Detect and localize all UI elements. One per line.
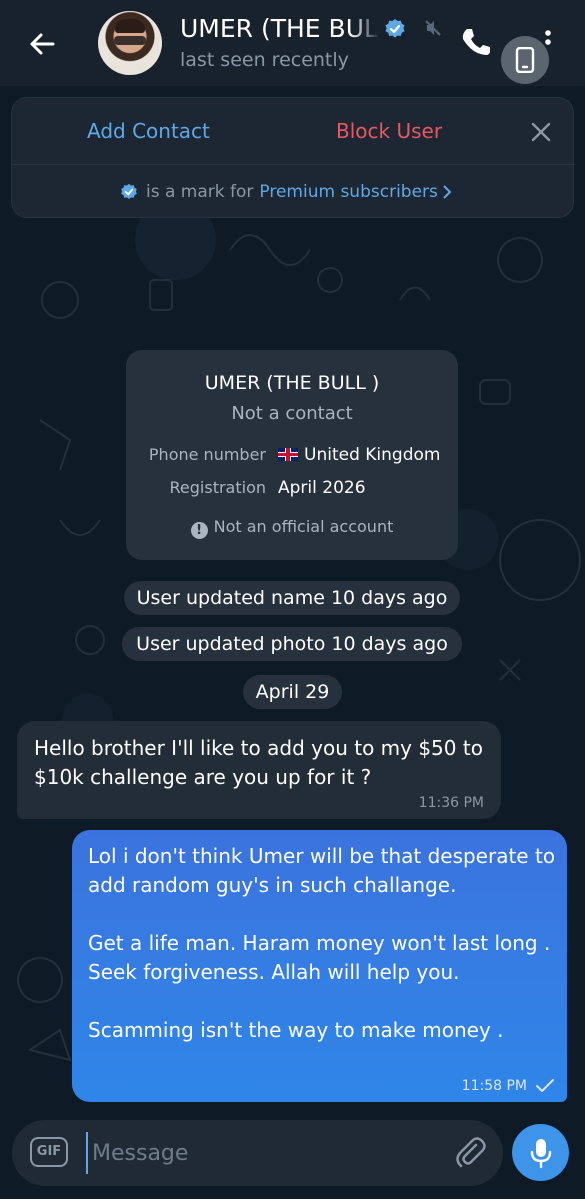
chevron-right-icon xyxy=(443,185,452,199)
info-card-status: Not a contact xyxy=(231,403,353,424)
premium-info-row[interactable]: is a mark for Premium subscribers xyxy=(120,182,452,202)
phone-value: United Kingdom xyxy=(278,445,440,465)
uk-flag-icon xyxy=(278,448,298,461)
registration-label: Registration xyxy=(169,478,266,497)
verified-badge-icon xyxy=(121,183,137,200)
more-icon[interactable] xyxy=(540,28,556,58)
verified-icon[interactable] xyxy=(384,18,406,40)
gif-button[interactable]: GIF xyxy=(30,1137,68,1167)
muted-icon xyxy=(425,20,441,36)
phone-country: United Kingdom xyxy=(304,445,441,465)
service-name-update: User updated name 10 days ago xyxy=(124,581,460,615)
contact-info-card: UMER (THE BULL ) Not a contact Phone num… xyxy=(126,350,458,560)
premium-text: is a mark for xyxy=(146,182,254,202)
outgoing-message-text: Lol i don't think Umer will be that desp… xyxy=(88,844,556,1042)
date-separator: April 29 xyxy=(243,675,342,709)
device-icon xyxy=(515,47,535,73)
registration-value: April 2026 xyxy=(278,478,366,498)
incoming-message[interactable]: Hello brother I'll like to add you to my… xyxy=(17,721,501,819)
outgoing-message[interactable]: Lol i don't think Umer will be that desp… xyxy=(72,830,567,1102)
check-icon xyxy=(536,1079,554,1092)
service-photo-update: User updated photo 10 days ago xyxy=(122,627,462,661)
unknown-contact-panel: Add Contact Block User is a mark for Pre… xyxy=(11,97,575,218)
outgoing-message-time: 11:58 PM xyxy=(461,1078,527,1094)
chat-status: last seen recently xyxy=(180,49,349,71)
info-card-name: UMER (THE BULL ) xyxy=(204,372,380,394)
block-user-button[interactable]: Block User xyxy=(336,119,442,143)
not-official-warning: ! Not an official account xyxy=(126,517,458,539)
warning-text: Not an official account xyxy=(213,517,394,536)
phone-label: Phone number xyxy=(148,445,266,464)
incoming-message-text: Hello brother I'll like to add you to my… xyxy=(34,736,483,789)
message-composer: GIF xyxy=(12,1120,503,1186)
incoming-message-time: 11:36 PM xyxy=(418,795,484,811)
chat-title-area[interactable]: UMER (THE BULL ) xyxy=(180,14,380,43)
avatar[interactable] xyxy=(98,11,162,75)
back-arrow-icon xyxy=(30,33,55,55)
add-contact-button[interactable]: Add Contact xyxy=(87,119,210,143)
avatar-hair xyxy=(115,19,145,33)
premium-link[interactable]: Premium subscribers xyxy=(259,182,437,202)
avatar-glasses xyxy=(114,36,146,45)
chat-header: UMER (THE BULL ) last seen recently xyxy=(0,0,585,86)
panel-divider xyxy=(12,164,575,165)
phone-icon[interactable] xyxy=(459,25,493,59)
close-icon[interactable] xyxy=(529,120,553,144)
chat-title: UMER (THE BULL ) xyxy=(180,14,380,43)
mic-button[interactable] xyxy=(512,1124,569,1181)
info-icon: ! xyxy=(190,522,208,539)
back-button[interactable] xyxy=(24,26,60,62)
message-input[interactable] xyxy=(86,1132,446,1174)
attach-icon[interactable] xyxy=(454,1136,488,1170)
mic-icon xyxy=(530,1138,551,1168)
